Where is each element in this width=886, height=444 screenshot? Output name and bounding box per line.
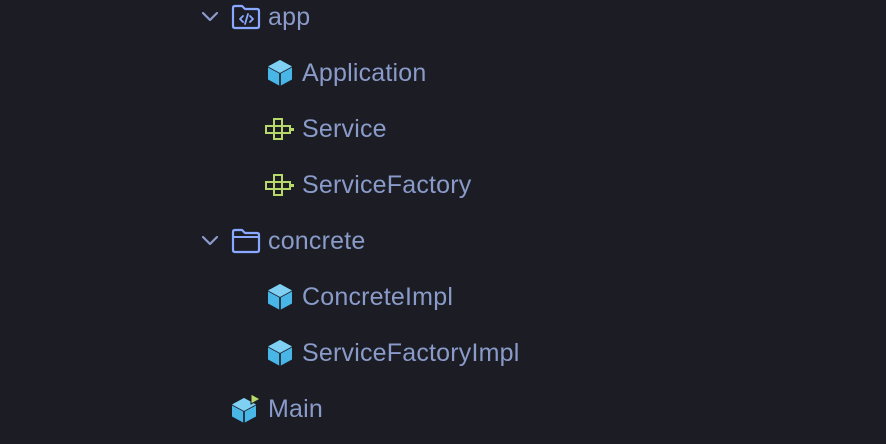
- tree-label-service: Service: [302, 115, 387, 143]
- tree-label-application: Application: [302, 59, 427, 87]
- class-icon: [264, 337, 296, 369]
- source-package-icon: [230, 1, 262, 33]
- tree-row-application[interactable]: Application: [262, 53, 662, 93]
- interface-icon: [264, 113, 296, 145]
- tree-row-servicefactoryimpl[interactable]: ServiceFactoryImpl: [262, 333, 662, 373]
- folder-icon: [230, 225, 262, 257]
- tree-row-app[interactable]: app: [196, 0, 596, 37]
- tree-row-concrete[interactable]: concrete: [196, 221, 596, 261]
- project-tree: app Application Service ServiceFactory c…: [0, 0, 886, 444]
- tree-label-servicefactory: ServiceFactory: [302, 171, 472, 199]
- tree-label-concrete: concrete: [268, 227, 366, 255]
- chevron-down-icon[interactable]: [198, 5, 222, 29]
- tree-label-app: app: [268, 3, 311, 31]
- tree-row-servicefactory[interactable]: ServiceFactory: [262, 165, 662, 205]
- tree-row-main[interactable]: Main: [228, 389, 628, 429]
- runnable-class-icon: [230, 393, 262, 425]
- tree-label-main: Main: [268, 395, 323, 423]
- class-icon: [264, 281, 296, 313]
- tree-row-service[interactable]: Service: [262, 109, 662, 149]
- class-icon: [264, 57, 296, 89]
- chevron-down-icon[interactable]: [198, 229, 222, 253]
- tree-row-concreteimpl[interactable]: ConcreteImpl: [262, 277, 662, 317]
- interface-icon: [264, 169, 296, 201]
- tree-label-servicefactoryimpl: ServiceFactoryImpl: [302, 339, 520, 367]
- tree-label-concreteimpl: ConcreteImpl: [302, 283, 454, 311]
